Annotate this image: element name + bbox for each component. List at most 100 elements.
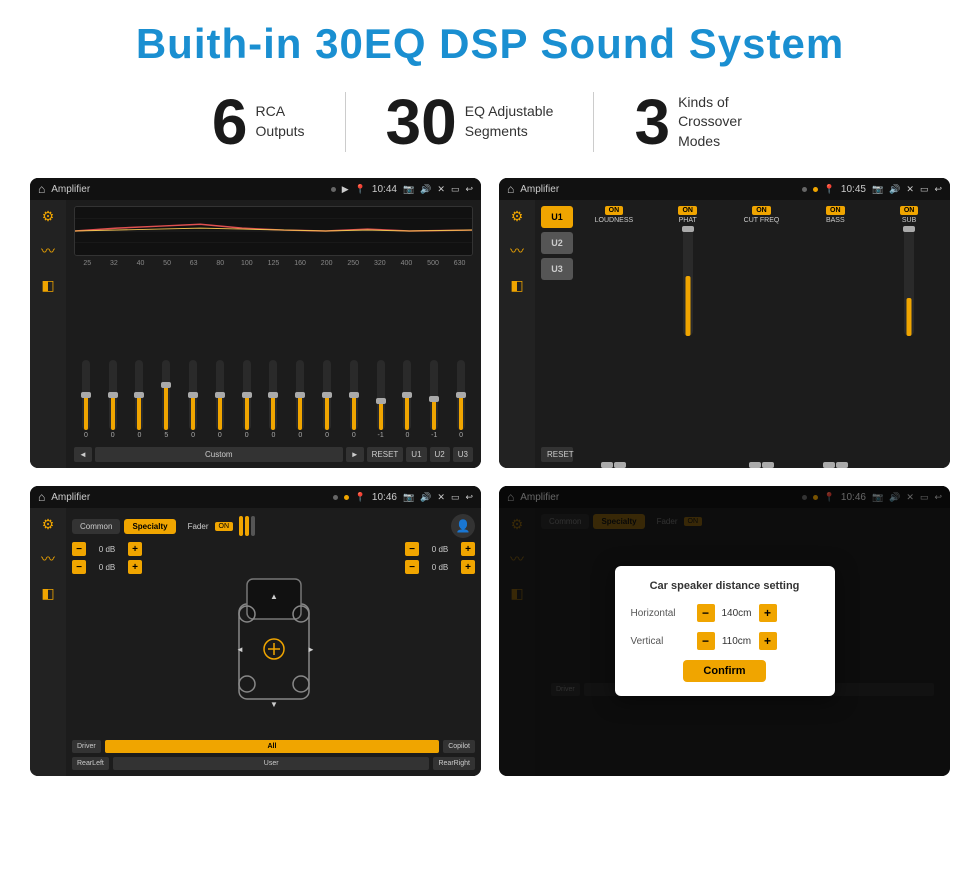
camera-icon: 📷 <box>403 184 414 195</box>
eq-slider-2[interactable]: 0 <box>128 360 152 439</box>
stat-crossover-label: Kinds ofCrossover Modes <box>678 93 768 152</box>
speaker-content: ⚙ 〰 ◧ Common Specialty Fader ON <box>30 508 481 776</box>
tab-common[interactable]: Common <box>72 519 120 534</box>
db-minus-4[interactable]: − <box>405 560 419 574</box>
back-icon-3[interactable]: ↩ <box>465 492 473 503</box>
u2-button[interactable]: U2 <box>541 232 573 254</box>
speaker-sidebar-icon-2[interactable]: 〰 <box>41 549 55 569</box>
eq-slider-13[interactable]: -1 <box>422 360 446 439</box>
db-minus-2[interactable]: − <box>72 560 86 574</box>
eq-slider-7[interactable]: 0 <box>262 360 286 439</box>
eq-slider-10[interactable]: 0 <box>342 360 366 439</box>
db-minus-3[interactable]: − <box>405 542 419 556</box>
freq-630: 630 <box>446 260 473 267</box>
eq-slider-5[interactable]: 0 <box>208 360 232 439</box>
fader-on-badge[interactable]: ON <box>215 522 234 531</box>
eq-sidebar-icon-1[interactable]: ⚙ <box>42 208 55 225</box>
eq-next-button[interactable]: ► <box>346 447 364 462</box>
rearleft-button[interactable]: RearLeft <box>72 757 109 770</box>
eq-status-bar: ⌂ Amplifier ▶ 📍 10:44 📷 🔊 ✕ ▭ ↩ <box>30 178 481 200</box>
eq-prev-button[interactable]: ◄ <box>74 447 92 462</box>
eq-u3-button[interactable]: U3 <box>453 447 473 462</box>
eq-u1-button[interactable]: U1 <box>406 447 426 462</box>
phat-label: PHAT <box>679 217 697 224</box>
dialog-title: Car speaker distance setting <box>631 580 819 592</box>
svg-text:▲: ▲ <box>270 592 278 601</box>
eq-main: 25 32 40 50 63 80 100 125 160 200 250 32… <box>66 200 481 468</box>
speaker-sidebar-icon-1[interactable]: ⚙ <box>42 516 55 533</box>
horizontal-label: Horizontal <box>631 608 691 619</box>
eq-sliders: 0 0 0 5 0 0 0 0 0 0 0 -1 0 -1 0 <box>74 271 473 443</box>
all-button[interactable]: All <box>105 740 440 753</box>
sub-slider[interactable] <box>904 226 914 336</box>
vertical-row: Vertical − 110cm + <box>631 632 819 650</box>
eq-slider-3[interactable]: 5 <box>154 360 178 439</box>
eq-slider-14[interactable]: 0 <box>449 360 473 439</box>
db-minus-1[interactable]: − <box>72 542 86 556</box>
eq-slider-4[interactable]: 0 <box>181 360 205 439</box>
db-value-1: 0 dB <box>89 545 125 554</box>
cutfreq-label: CUT FREQ <box>744 217 780 224</box>
db-plus-3[interactable]: + <box>461 542 475 556</box>
avatar-icon[interactable]: 👤 <box>451 514 475 538</box>
confirm-button[interactable]: Confirm <box>683 660 765 682</box>
eq-sidebar-icon-3[interactable]: ◧ <box>41 277 54 294</box>
eq-slider-6[interactable]: 0 <box>235 360 259 439</box>
horizontal-minus-button[interactable]: − <box>697 604 715 622</box>
status-dot-3 <box>333 495 338 500</box>
eq-slider-8[interactable]: 0 <box>288 360 312 439</box>
back-icon[interactable]: ↩ <box>465 184 473 195</box>
eq-slider-1[interactable]: 0 <box>101 360 125 439</box>
eq-slider-12[interactable]: 0 <box>396 360 420 439</box>
fader-mini-3 <box>251 516 255 536</box>
eq-screen-title: Amplifier <box>51 184 325 195</box>
crossover-reset-button[interactable]: RESET <box>541 447 573 462</box>
copilot-button[interactable]: Copilot <box>443 740 475 753</box>
back-icon-2[interactable]: ↩ <box>934 184 942 195</box>
eq-slider-9[interactable]: 0 <box>315 360 339 439</box>
db-plus-4[interactable]: + <box>461 560 475 574</box>
vertical-value: 110cm <box>719 636 755 647</box>
speaker-sidebar-icon-3[interactable]: ◧ <box>41 585 54 602</box>
crossover-sidebar-icon-3[interactable]: ◧ <box>510 277 523 294</box>
phat-slider[interactable] <box>683 226 693 336</box>
eq-screen: ⌂ Amplifier ▶ 📍 10:44 📷 🔊 ✕ ▭ ↩ ⚙ 〰 ◧ <box>30 178 481 468</box>
horizontal-plus-button[interactable]: + <box>759 604 777 622</box>
db-plus-2[interactable]: + <box>128 560 142 574</box>
freq-63: 63 <box>180 260 207 267</box>
eq-sidebar-icon-2[interactable]: 〰 <box>41 241 55 261</box>
home-icon[interactable]: ⌂ <box>38 182 45 196</box>
u3-button[interactable]: U3 <box>541 258 573 280</box>
eq-slider-11[interactable]: -1 <box>369 360 393 439</box>
db-plus-1[interactable]: + <box>128 542 142 556</box>
eq-u2-button[interactable]: U2 <box>430 447 450 462</box>
u1-button[interactable]: U1 <box>541 206 573 228</box>
horizontal-row: Horizontal − 140cm + <box>631 604 819 622</box>
sub-on-badge: ON <box>900 206 919 215</box>
home-icon-3[interactable]: ⌂ <box>38 490 45 504</box>
distance-dialog-overlay: Car speaker distance setting Horizontal … <box>499 486 950 776</box>
vertical-plus-button[interactable]: + <box>759 632 777 650</box>
eq-reset-button[interactable]: RESET <box>367 447 404 462</box>
vertical-minus-button[interactable]: − <box>697 632 715 650</box>
rearright-button[interactable]: RearRight <box>433 757 475 770</box>
horizontal-ctrl: − 140cm + <box>697 604 777 622</box>
eq-graph <box>74 206 473 256</box>
eq-slider-0[interactable]: 0 <box>74 360 98 439</box>
stat-rca: 6 RCAOutputs <box>172 90 345 154</box>
bass-on-badge: ON <box>826 206 845 215</box>
speaker-sidebar: ⚙ 〰 ◧ <box>30 508 66 776</box>
speaker-db-row-3: − 0 dB + <box>405 542 475 556</box>
user-button[interactable]: User <box>113 757 430 770</box>
driver-button[interactable]: Driver <box>72 740 101 753</box>
crossover-sidebar-icon-2[interactable]: 〰 <box>510 241 524 261</box>
home-icon-2[interactable]: ⌂ <box>507 182 514 196</box>
crossover-main-area: U1 U2 U3 RESET ON LOUDNESS <box>535 200 950 468</box>
tab-specialty[interactable]: Specialty <box>124 519 175 534</box>
crossover-time: 10:45 <box>841 184 866 195</box>
crossover-sidebar-icon-1[interactable]: ⚙ <box>511 208 524 225</box>
svg-text:▼: ▼ <box>270 700 278 709</box>
freq-400: 400 <box>393 260 420 267</box>
x-icon-2: ✕ <box>906 184 914 195</box>
status-dot-1 <box>331 187 336 192</box>
